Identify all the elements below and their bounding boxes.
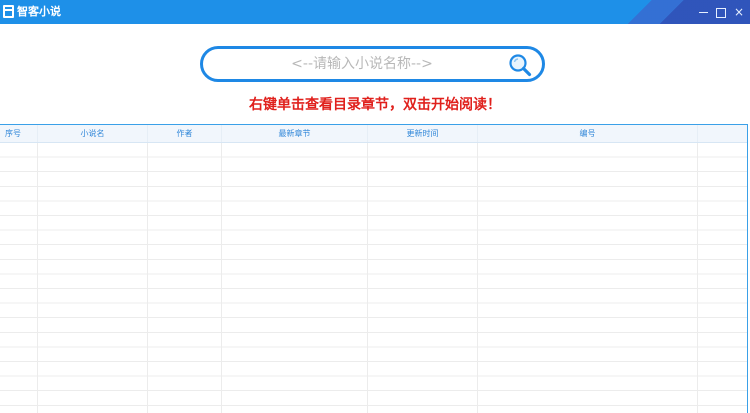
column-divider — [221, 143, 222, 413]
column-header-novel-name[interactable]: 小说名 — [38, 125, 148, 142]
main-window: 智客小说 × 右键单击查看目录章节，双击开始阅读！ 序号 小说名 作者 最新章节… — [0, 0, 750, 413]
column-divider — [367, 143, 368, 413]
column-header-index[interactable]: 序号 — [0, 125, 38, 142]
table-body[interactable] — [0, 143, 747, 413]
window-controls: × — [696, 3, 746, 21]
column-header-author[interactable]: 作者 — [148, 125, 222, 142]
novel-table[interactable]: 序号 小说名 作者 最新章节 更新时间 编号 — [0, 124, 748, 413]
title-bar[interactable]: 智客小说 × — [0, 0, 750, 24]
column-header-id[interactable]: 编号 — [478, 125, 698, 142]
maximize-button[interactable] — [714, 3, 728, 21]
minimize-button[interactable] — [696, 3, 710, 21]
column-divider — [697, 143, 698, 413]
column-divider — [477, 143, 478, 413]
column-header-latest-chapter[interactable]: 最新章节 — [222, 125, 368, 142]
close-button[interactable]: × — [732, 3, 746, 21]
column-divider — [147, 143, 148, 413]
table-header: 序号 小说名 作者 最新章节 更新时间 编号 — [0, 125, 747, 143]
magnifier-icon[interactable] — [508, 53, 532, 77]
search-box — [200, 46, 545, 82]
column-header-update-time[interactable]: 更新时间 — [368, 125, 478, 142]
search-input[interactable] — [217, 51, 507, 77]
column-header-filler — [698, 125, 747, 142]
column-divider — [37, 143, 38, 413]
usage-hint: 右键单击查看目录章节，双击开始阅读！ — [249, 97, 501, 113]
book-icon — [3, 5, 14, 18]
window-title: 智客小说 — [17, 5, 61, 18]
